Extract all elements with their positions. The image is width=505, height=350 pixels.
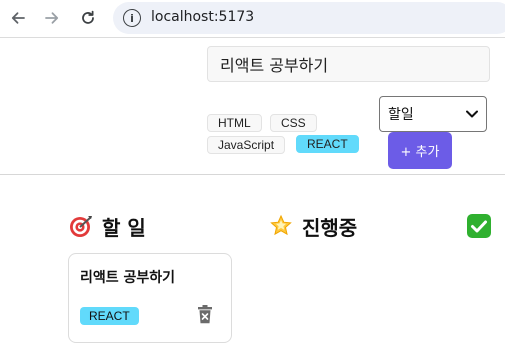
reload-button[interactable] [76,6,100,30]
task-card: 리액트 공부하기 REACT [68,253,232,343]
section-divider [0,174,505,175]
target-icon [68,213,94,239]
column-title-in-progress: 진행중 [302,215,358,240]
arrow-left-icon [11,12,25,24]
back-button[interactable] [6,6,30,30]
browser-toolbar: i localhost:5173 [0,0,505,38]
tag-html-button[interactable]: HTML [207,114,262,132]
address-bar[interactable]: i localhost:5173 [113,2,505,34]
column-header-in-progress: 진행중 [268,210,357,242]
arrow-right-icon [45,12,59,24]
chevron-down-icon [466,110,478,118]
check-mark-button-icon [466,213,492,239]
column-header-done [466,210,500,242]
task-card-title: 리액트 공부하기 [80,270,176,286]
site-info-icon[interactable]: i [123,9,141,27]
todo-title-input[interactable] [207,46,490,82]
tag-css-button[interactable]: CSS [270,114,317,132]
reload-icon [82,10,94,24]
column-header-todo: 할 일 [68,210,146,242]
column-title-todo: 할 일 [102,215,146,240]
add-task-button[interactable]: + 추가 [388,132,452,169]
tag-javascript-button[interactable]: JavaScript [207,136,286,154]
glowing-star-icon [268,213,294,239]
tag-react-button[interactable]: REACT [296,135,359,153]
trash-icon [198,305,212,324]
task-card-tag: REACT [80,307,139,325]
status-select[interactable]: 할일 [379,96,487,132]
delete-task-button[interactable] [197,305,215,325]
forward-button[interactable] [40,6,64,30]
status-select-value: 할일 [388,107,414,123]
url-text: localhost:5173 [151,9,255,25]
